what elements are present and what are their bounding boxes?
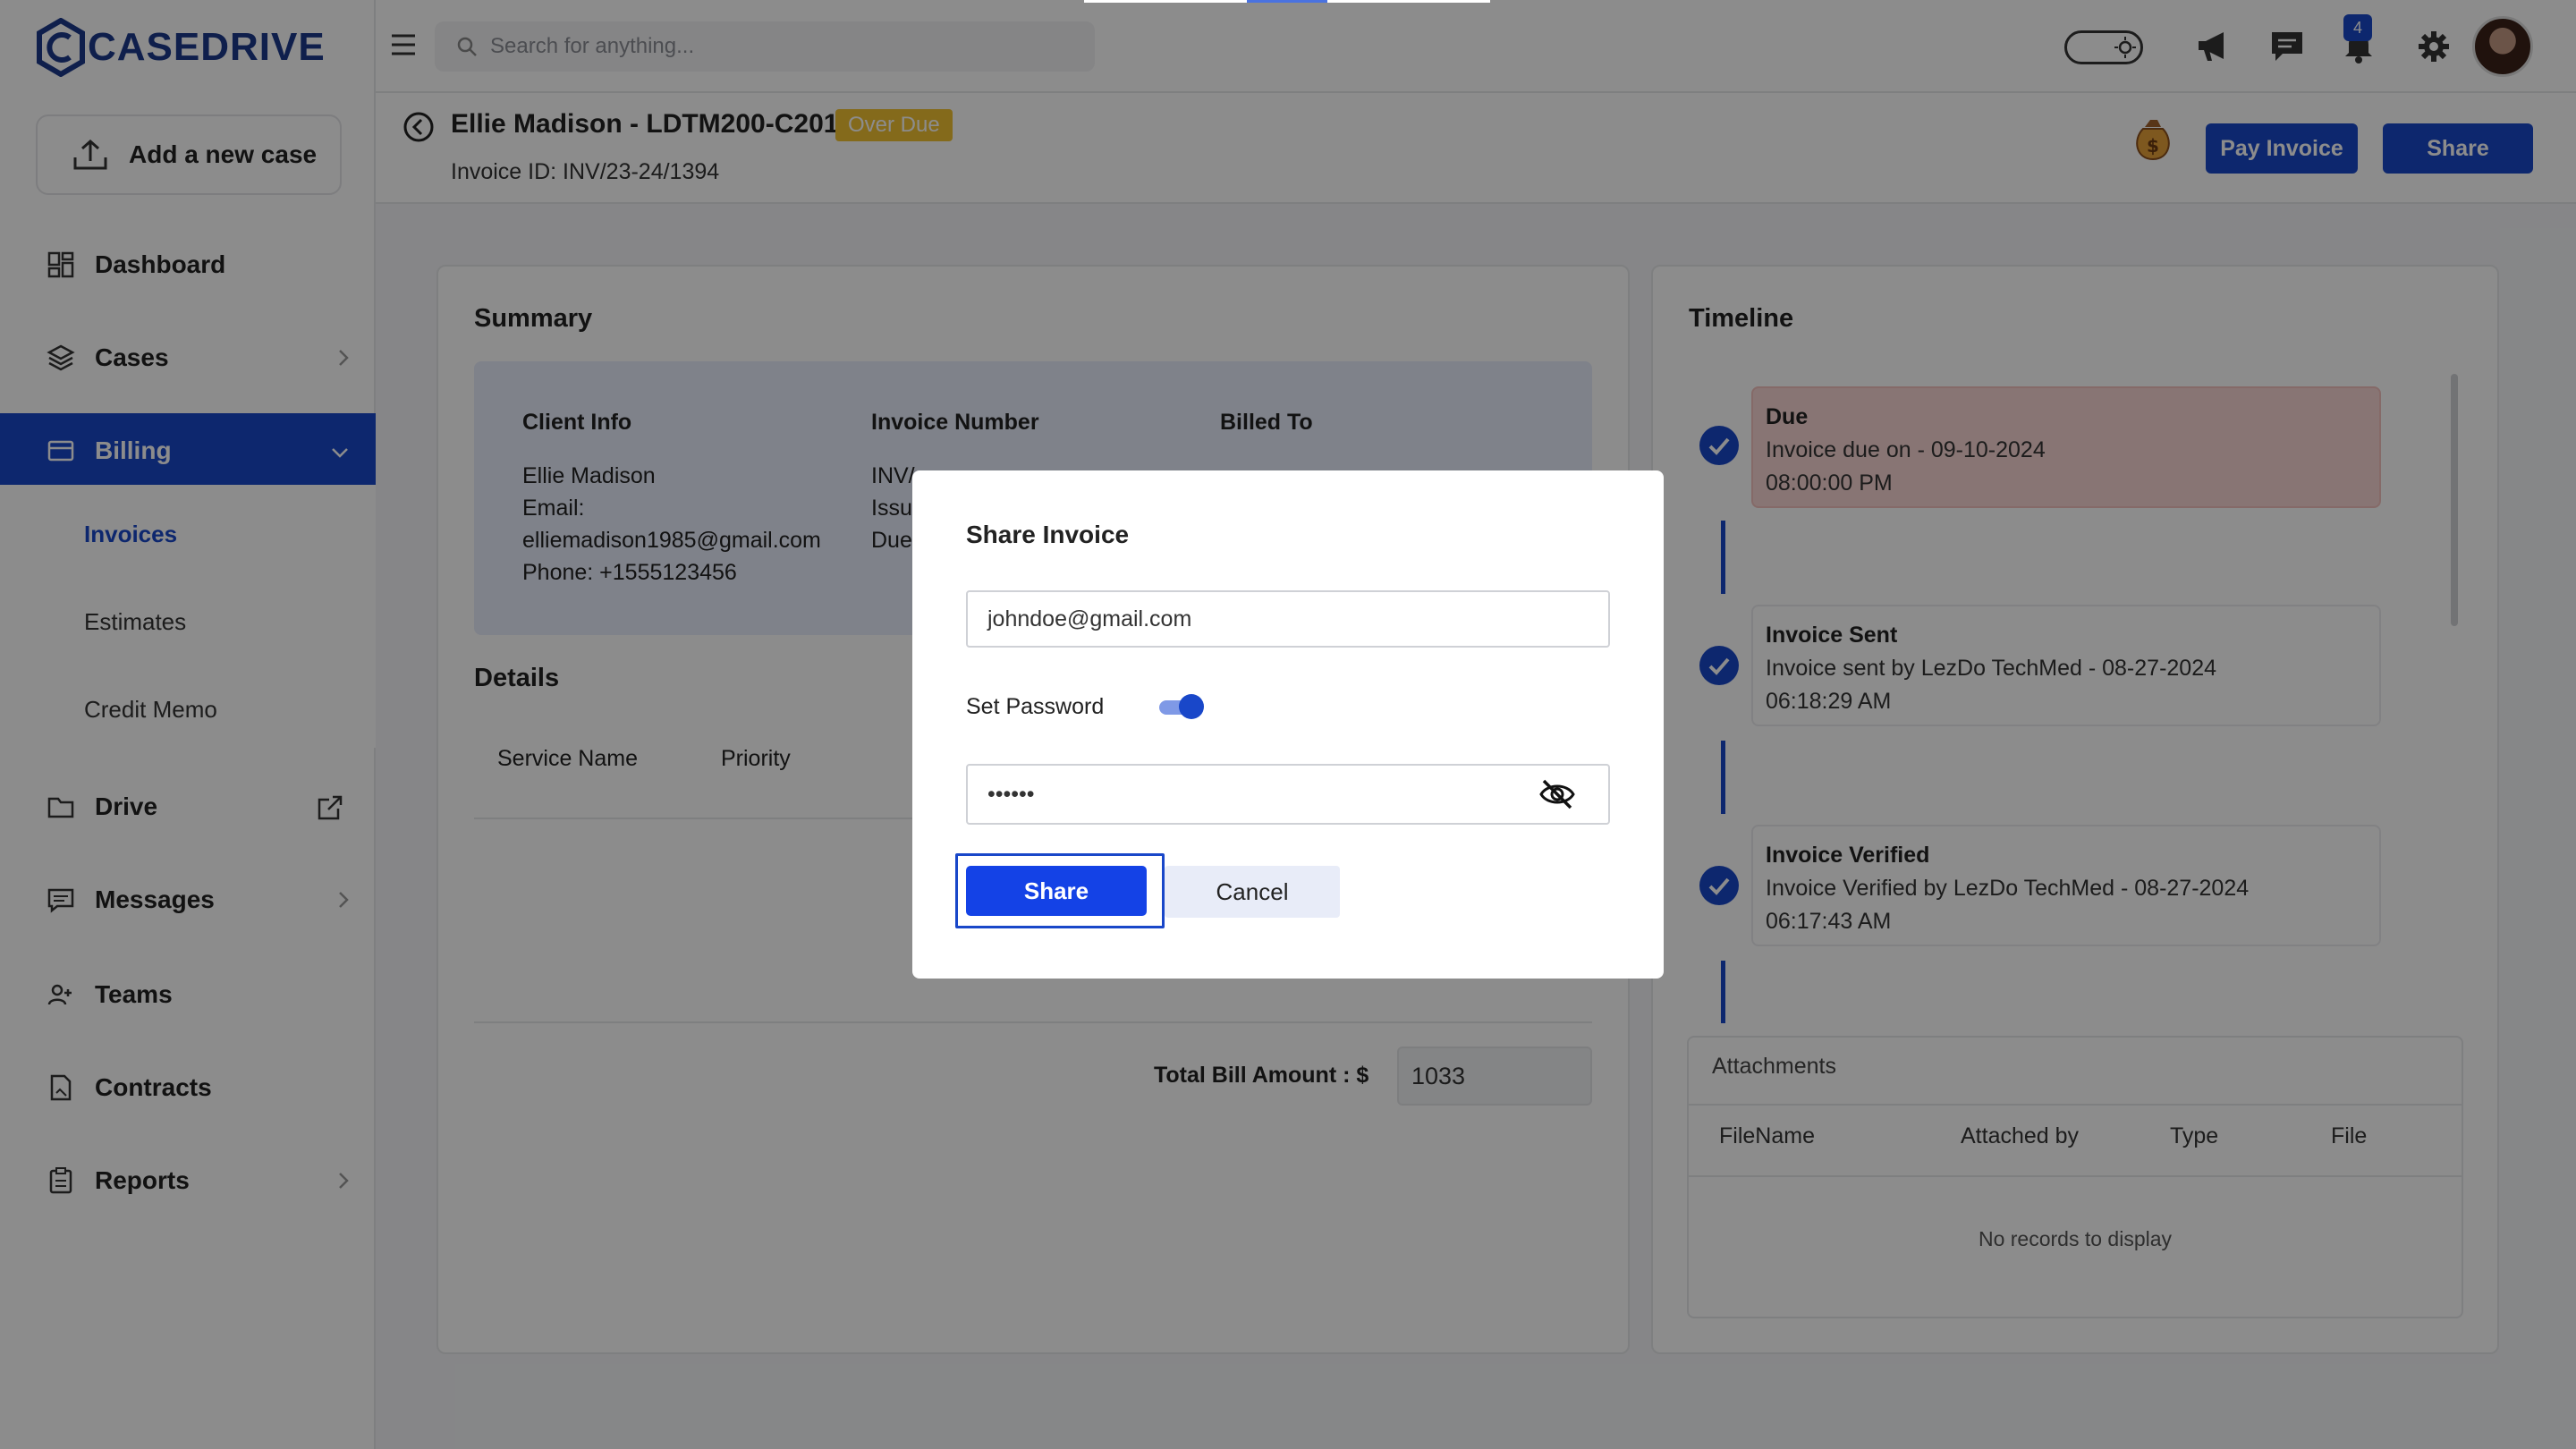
- modal-title: Share Invoice: [966, 521, 1130, 548]
- loading-bar-segment: [1247, 0, 1327, 3]
- loading-bar-segment: [1327, 0, 1490, 3]
- toggle-knob: [1179, 694, 1204, 719]
- modal-share-button[interactable]: Share: [966, 866, 1147, 916]
- password-field[interactable]: ••••••: [966, 764, 1610, 825]
- eye-slash-icon[interactable]: [1538, 778, 1576, 810]
- set-password-toggle[interactable]: [1159, 694, 1206, 719]
- loading-bar-segment: [1084, 0, 1247, 3]
- email-field[interactable]: johndoe@gmail.com: [966, 590, 1610, 648]
- set-password-label: Set Password: [966, 694, 1105, 719]
- share-invoice-modal: Share Invoice johndoe@gmail.com Set Pass…: [912, 470, 1664, 979]
- modal-cancel-button[interactable]: Cancel: [1165, 866, 1340, 918]
